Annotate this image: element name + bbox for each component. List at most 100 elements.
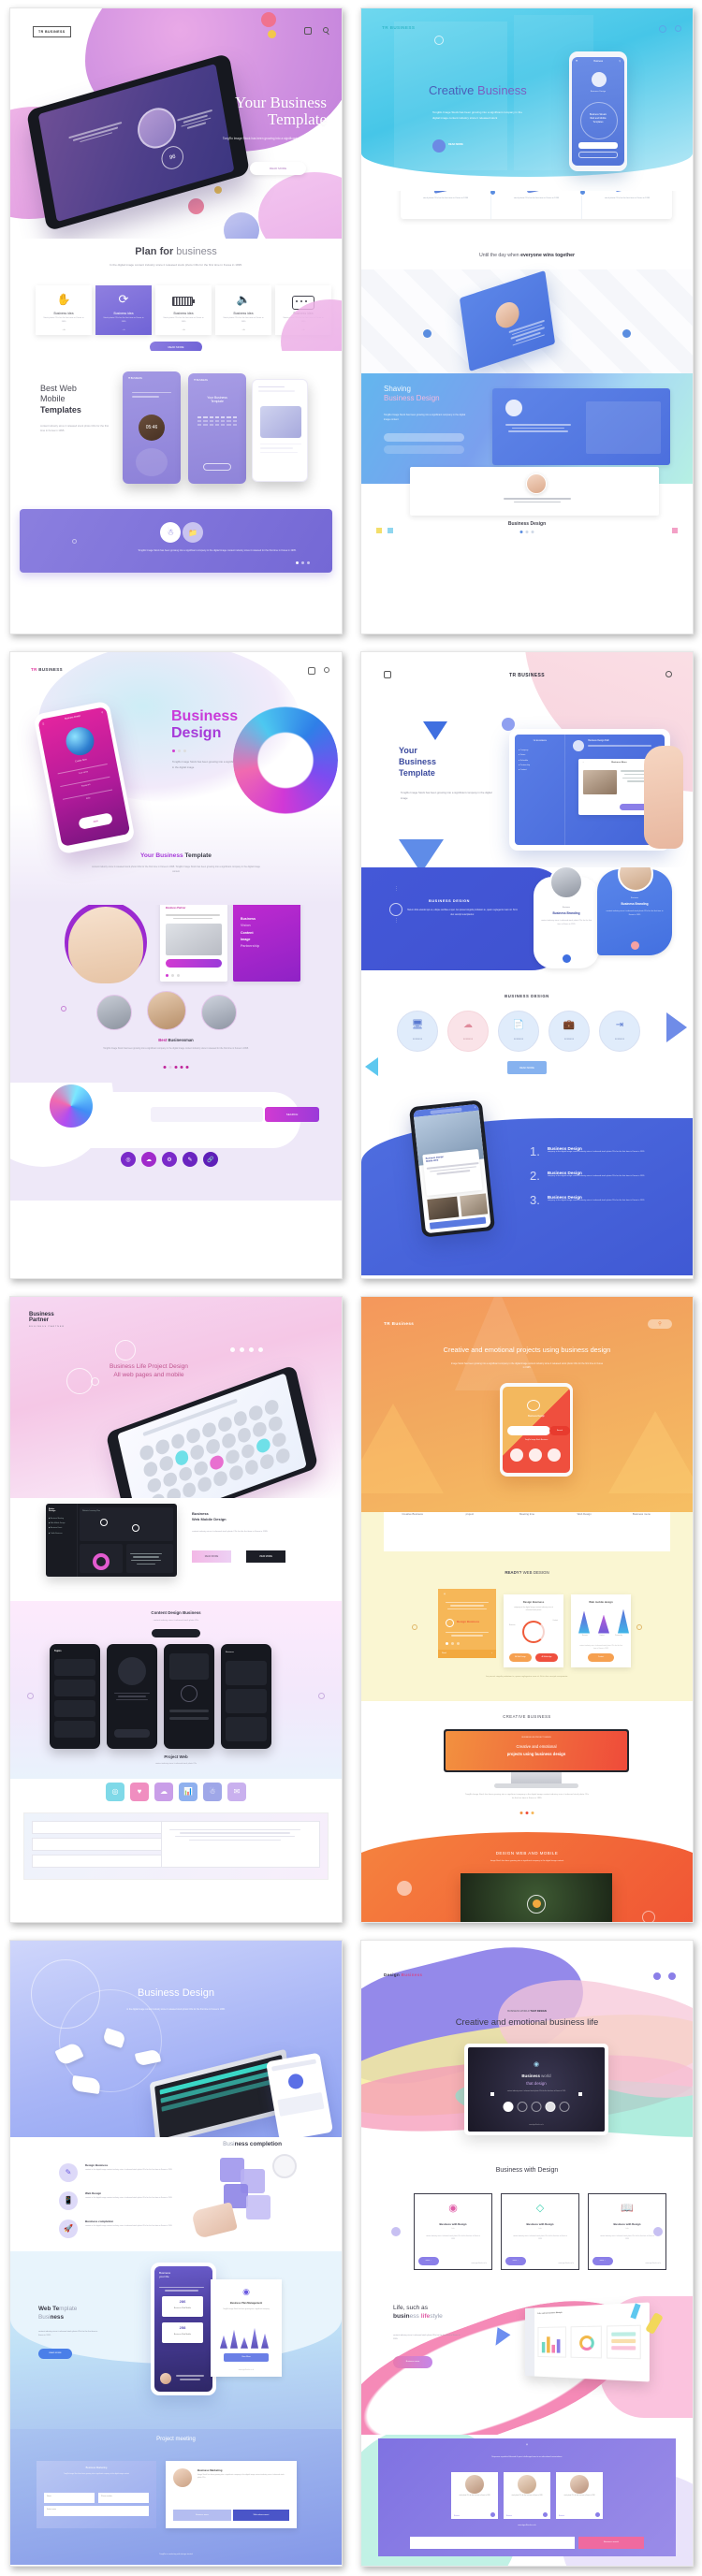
heart-icon[interactable]: ♥	[130, 1782, 149, 1801]
nav-arrow-right[interactable]	[636, 1623, 642, 1630]
nav-dot-left[interactable]	[423, 329, 431, 338]
play-button-icon[interactable]	[432, 139, 446, 153]
template-preview-1[interactable]: TR BUSINESS 96 Your Business Template To…	[9, 7, 343, 635]
hero-cta-label[interactable]: READ MORE	[448, 143, 463, 146]
tablet-menu[interactable]: ● Company ● Vision ● Schedule ● Partners…	[519, 749, 561, 773]
template-preview-5[interactable]: Business Partner BUSINESS PARTNER Busine…	[9, 1295, 343, 1923]
logo-badge[interactable]: TR BUSINESS	[33, 26, 71, 37]
design-card-button[interactable]: more →	[592, 2256, 613, 2265]
cloud-icon[interactable]: ☁	[154, 1782, 173, 1801]
icon-button-logout[interactable]: ⇥ BUSINESS	[599, 1011, 640, 1053]
template-preview-6[interactable]: TR Business ⚲ Creative and emotional pro…	[360, 1295, 694, 1923]
card-action-icon[interactable]	[563, 954, 571, 964]
contact-form[interactable]: Business Marketing TongRo Image Stock ha…	[37, 2460, 156, 2528]
pagination-dots[interactable]	[296, 561, 310, 564]
person-card[interactable]: Business Business Branding content indus…	[534, 867, 599, 969]
newsletter-input[interactable]	[410, 2536, 575, 2549]
thumbnail-cell-2[interactable]: TR BUSINESS Creative Business TongRo Ima…	[351, 0, 702, 644]
nav-arrow-left[interactable]	[391, 2226, 401, 2236]
input-field[interactable]	[32, 1837, 163, 1851]
arrow-icon[interactable]: →	[155, 327, 212, 332]
feature-card[interactable]: stock photo CDs for the first time in Ko…	[401, 191, 491, 219]
person-card-link[interactable]: Business	[454, 2516, 460, 2517]
section3-cta-button[interactable]: READ MORE	[507, 1061, 547, 1075]
list-item[interactable]: 🚀 Business completion content in the dig…	[59, 2219, 197, 2238]
feature-card-highlighted[interactable]: ⟳ Business idea Stock photo CDs for the …	[95, 285, 152, 335]
arrow-icon[interactable]: →	[36, 327, 92, 332]
template-preview-2[interactable]: TR BUSINESS Creative Business TongRo Ima…	[360, 7, 694, 635]
user-icon[interactable]: ☃	[160, 522, 181, 543]
search-field[interactable]	[384, 433, 464, 442]
template-preview-3[interactable]: TR BUSINESS ☰ Business Design ⚲ Create Now…	[9, 651, 343, 1279]
hero-cta-button[interactable]: READ MORE	[250, 162, 306, 175]
arrow-icon[interactable]: →	[95, 327, 152, 332]
video-thumbnail[interactable]	[461, 1872, 612, 1922]
phone-search-input[interactable]	[507, 1425, 550, 1435]
icon-button-briefcase[interactable]: 💼 BUSINESS	[548, 1011, 590, 1053]
thumbnail-cell-6[interactable]: TR Business ⚲ Creative and emotional pro…	[351, 1288, 702, 1932]
nav-card[interactable]: ✉ Creative Business	[384, 1512, 441, 1551]
person-card-featured[interactable]: Business Business Branding content indus…	[597, 867, 672, 956]
secondary-field[interactable]	[384, 445, 464, 454]
offer-card-footer[interactable]: Read	[442, 1652, 446, 1654]
phone-search-button[interactable]: Search	[549, 1425, 570, 1435]
logo-part2[interactable]: BUSINESS	[37, 667, 63, 672]
social-icon-row[interactable]: ◎ ☁ ⚙ ✎ 🔗	[121, 1152, 218, 1168]
thumbnail-cell-8[interactable]: Design Business BUSINESS WORLD THAT DESI…	[351, 1932, 702, 2576]
menu-item[interactable]: Content	[241, 930, 259, 937]
chart-icon[interactable]: 📊	[179, 1782, 197, 1801]
section3-button[interactable]: READ MORE	[38, 2348, 72, 2359]
nav-arrow-right[interactable]	[318, 1692, 325, 1699]
bars-card[interactable]: Web mobile design Business Content Partn…	[571, 1594, 631, 1667]
pagination-dots[interactable]	[163, 1066, 189, 1070]
info-card-button[interactable]: View More	[224, 2352, 269, 2362]
feature-card[interactable]: stock photo CDs for the first time in Ko…	[491, 191, 582, 219]
section2-button-1[interactable]: READ MORE	[192, 1550, 231, 1563]
gear-icon[interactable]: ⚙	[162, 1152, 177, 1168]
thumbnail-cell-4[interactable]: TR BUSINESS Your Business Template TongR…	[351, 644, 702, 1288]
at-icon[interactable]	[659, 25, 666, 33]
logo-part1[interactable]: Design	[384, 1972, 402, 1977]
pagination-dots[interactable]	[172, 750, 186, 753]
logo-line1[interactable]: Business	[29, 1312, 65, 1318]
person-card-link[interactable]: Business	[506, 2516, 512, 2517]
menu-item[interactable]: Image	[241, 937, 259, 943]
logo-part2[interactable]: Business	[402, 1972, 423, 1977]
nav-card[interactable]: 📅 project	[441, 1512, 498, 1551]
at-icon[interactable]	[653, 1972, 661, 1980]
logo[interactable]: TR BUSINESS	[382, 25, 415, 30]
form-input-phone[interactable]: Phone number	[98, 2492, 149, 2503]
feature-card[interactable]: Business idea Stock photo CDs for the fi…	[155, 285, 212, 335]
content-card[interactable]: Business Partner	[160, 905, 227, 982]
mail-icon[interactable]: ✉	[227, 1782, 246, 1801]
nav-arrow-left[interactable]	[61, 1006, 66, 1012]
list-item[interactable]: ✎ Design Business content in the digital…	[59, 2162, 197, 2182]
template-preview-4[interactable]: TR BUSINESS Your Business Template TongR…	[360, 651, 694, 1279]
card-action-icon[interactable]	[631, 941, 639, 951]
logo[interactable]: TR BUSINESS	[361, 673, 693, 678]
template-preview-8[interactable]: Design Business BUSINESS WORLD THAT DESI…	[360, 1939, 694, 2567]
offer-card[interactable]: “ Design Business Read >	[438, 1588, 496, 1658]
logo-part1[interactable]: TR	[31, 667, 37, 672]
edit-icon[interactable]: ✎	[183, 1152, 197, 1168]
person-card[interactable]: stock photo CDs for the first time in Ko…	[504, 2471, 550, 2519]
feature-card[interactable]: 🔈 Business idea Stock photo CDs for the …	[215, 285, 271, 335]
wifi-icon[interactable]: ◎	[121, 1152, 136, 1168]
link-icon[interactable]: 🔗	[203, 1152, 218, 1168]
at-icon[interactable]	[308, 667, 315, 676]
menu-item[interactable]: Partnership	[241, 943, 259, 950]
icon-button-cloud[interactable]: ☁ BUSINESS	[447, 1011, 489, 1053]
icon-button-row[interactable]: 🖥 BUSINESS ☁ BUSINESS 📄 BUSINESS 💼 BUSIN…	[397, 1011, 640, 1053]
person-card[interactable]: stock photo CDs for the first time in Ko…	[451, 2471, 498, 2519]
nav-arrow-left[interactable]	[412, 1623, 417, 1630]
monitor-icon-row[interactable]	[503, 2101, 570, 2112]
input-field[interactable]	[32, 1820, 163, 1834]
section3-button[interactable]	[152, 1628, 200, 1637]
marketing-card[interactable]: Business Marketing Image Stock has been …	[166, 2460, 297, 2528]
section2-button-2[interactable]: VIEW MORE	[246, 1550, 285, 1563]
hero-dots[interactable]	[230, 1346, 263, 1352]
thumbnail-cell-7[interactable]: Business Design in the digital image con…	[0, 1932, 351, 2576]
icon-button-monitor[interactable]: 🖥 BUSINESS	[397, 1011, 438, 1053]
menu-item[interactable]: Business	[241, 916, 259, 923]
thumbnail-cell-1[interactable]: TR BUSINESS 96 Your Business Template To…	[0, 0, 351, 644]
